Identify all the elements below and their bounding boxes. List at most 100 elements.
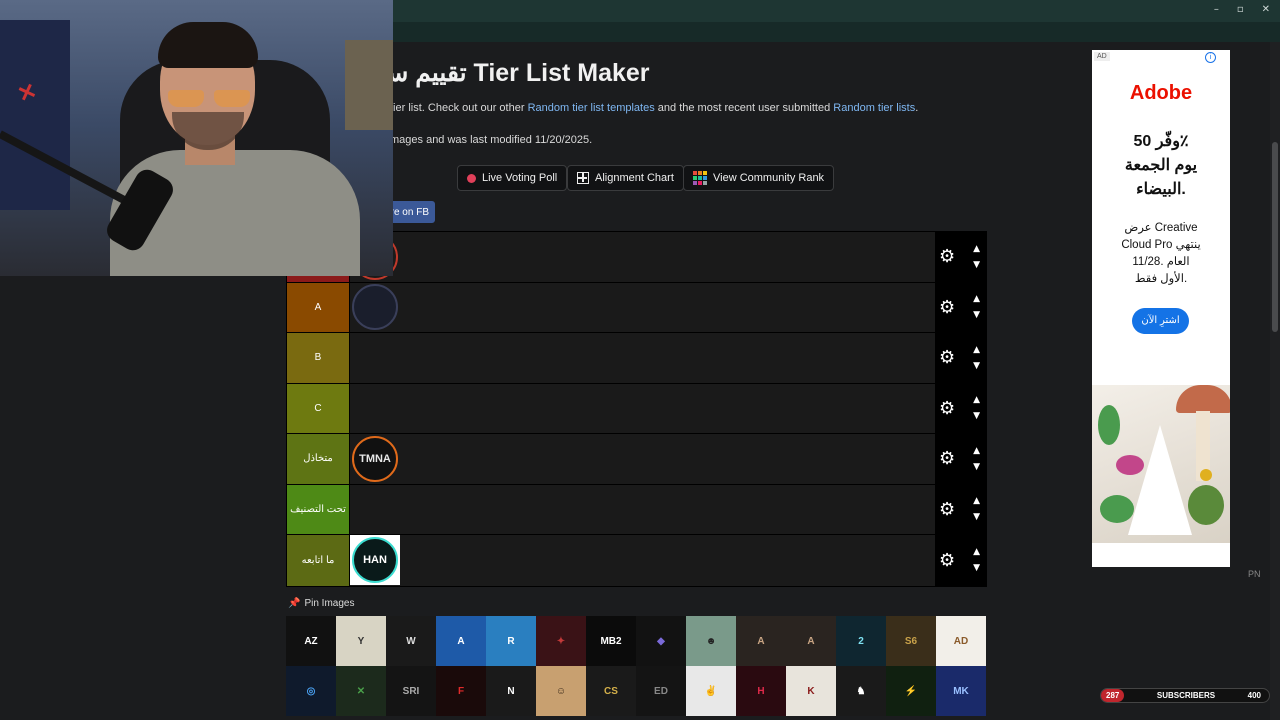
pool-image[interactable]: W xyxy=(386,616,436,666)
pool-image[interactable]: S6 xyxy=(886,616,936,666)
pool-image[interactable]: ✕ xyxy=(336,666,386,716)
tier-items[interactable] xyxy=(350,485,935,535)
pin-images-text: Pin Images xyxy=(304,598,355,609)
pool-image[interactable]: ♞ xyxy=(836,666,886,716)
tier-controls: ⚙ ▲ ▼ xyxy=(935,383,986,433)
gear-icon[interactable]: ⚙ xyxy=(939,347,955,368)
tier-items[interactable]: TMNA xyxy=(350,434,935,484)
tier-label[interactable]: A xyxy=(287,282,350,332)
ad-headline-line: وفّر 50٪ xyxy=(1133,133,1189,150)
alignment-chart-label: Alignment Chart xyxy=(595,172,674,184)
pool-image[interactable]: ☻ xyxy=(686,616,736,666)
grid-icon xyxy=(577,172,589,184)
leaf-art xyxy=(1188,485,1224,525)
pin-images-label[interactable]: 📌 Pin Images xyxy=(288,598,354,609)
tier-items[interactable] xyxy=(350,283,935,333)
pool-image[interactable]: R xyxy=(486,616,536,666)
pool-image[interactable]: F xyxy=(436,666,486,716)
pool-image[interactable]: A xyxy=(736,616,786,666)
tier-items[interactable] xyxy=(350,384,935,434)
tier-label[interactable]: ما اتابعه xyxy=(287,535,350,586)
chevron-up-icon[interactable]: ▲ xyxy=(973,241,980,257)
page-scrollbar[interactable] xyxy=(1270,42,1280,720)
subscriber-count: 287 xyxy=(1101,689,1125,702)
tier-label[interactable]: متخاذل xyxy=(287,434,350,484)
chevron-down-icon[interactable]: ▼ xyxy=(973,257,980,273)
tier-items[interactable] xyxy=(350,232,935,282)
chevron-up-icon[interactable]: ▲ xyxy=(973,493,980,509)
pool-image[interactable]: AD xyxy=(936,616,986,666)
pool-image[interactable]: Y xyxy=(336,616,386,666)
pool-image[interactable]: ⚡ xyxy=(886,666,936,716)
gear-icon[interactable]: ⚙ xyxy=(939,398,955,419)
pool-image[interactable]: N xyxy=(486,666,536,716)
chevron-down-icon[interactable]: ▼ xyxy=(973,408,980,424)
chevron-down-icon[interactable]: ▼ xyxy=(973,307,980,323)
move-arrows: ▲ ▼ xyxy=(973,443,980,475)
gear-icon[interactable]: ⚙ xyxy=(939,246,955,267)
pool-image[interactable]: SRI xyxy=(386,666,436,716)
chevron-down-icon[interactable]: ▼ xyxy=(973,459,980,475)
pool-image[interactable]: H xyxy=(736,666,786,716)
tier-label[interactable]: تحت التصنيف xyxy=(287,484,350,534)
chevron-up-icon[interactable]: ▲ xyxy=(973,443,980,459)
pn-label: PN xyxy=(1248,569,1261,579)
gear-icon[interactable]: ⚙ xyxy=(939,297,955,318)
chevron-up-icon[interactable]: ▲ xyxy=(973,291,980,307)
ad-buy-now-button[interactable]: اشترِ الآن xyxy=(1132,308,1189,334)
tier-items[interactable]: HAN xyxy=(350,535,935,586)
chevron-up-icon[interactable]: ▲ xyxy=(973,342,980,358)
gear-icon[interactable]: ⚙ xyxy=(939,550,955,571)
pool-image[interactable]: A xyxy=(786,616,836,666)
random-tier-lists-link[interactable]: Random tier lists xyxy=(833,102,915,114)
pool-image[interactable]: ◎ xyxy=(286,666,336,716)
ad-body-line: الأول فقط. xyxy=(1134,273,1188,285)
pool-image[interactable]: ED xyxy=(636,666,686,716)
tier-controls: ⚙ ▲ ▼ xyxy=(935,484,986,534)
pool-image[interactable]: MK xyxy=(936,666,986,716)
pool-image[interactable]: K xyxy=(786,666,836,716)
pool-image[interactable]: ✦ xyxy=(536,616,586,666)
live-dot-icon xyxy=(467,173,476,183)
tier-label[interactable]: B xyxy=(287,333,350,383)
live-voting-poll-label: Live Voting Poll xyxy=(482,172,558,184)
background-shelf xyxy=(345,40,393,130)
pool-image[interactable]: AZ xyxy=(286,616,336,666)
pool-image[interactable]: MB2 xyxy=(586,616,636,666)
pool-image[interactable]: ☺ xyxy=(536,666,586,716)
pool-image[interactable]: CS xyxy=(586,666,636,716)
adobe-ad[interactable]: AD i Adobe وفّر 50٪ يوم الجمعة البيضاء. … xyxy=(1092,50,1230,567)
chevron-up-icon[interactable]: ▲ xyxy=(973,544,980,560)
minimize-icon[interactable]: – xyxy=(1214,4,1219,15)
han-logo[interactable]: HAN xyxy=(350,535,400,586)
tmna-logo[interactable]: TMNA xyxy=(350,434,400,484)
tier-row: C ⚙ ▲ ▼ xyxy=(287,383,986,434)
gear-icon[interactable]: ⚙ xyxy=(939,499,955,520)
chevron-down-icon[interactable]: ▼ xyxy=(973,358,980,374)
live-voting-poll-button[interactable]: Live Voting Poll xyxy=(457,165,568,191)
ad-body-line: عرض Creative xyxy=(1124,222,1198,234)
tier-row: B ⚙ ▲ ▼ xyxy=(287,333,986,384)
move-arrows: ▲ ▼ xyxy=(973,544,980,576)
ad-info-icon[interactable]: i xyxy=(1205,52,1216,63)
random-templates-link[interactable]: Random tier list templates xyxy=(528,102,655,114)
chevron-down-icon[interactable]: ▼ xyxy=(973,560,980,576)
pool-image[interactable]: ◆ xyxy=(636,616,686,666)
wolf-logo[interactable] xyxy=(350,282,400,332)
chevron-up-icon[interactable]: ▲ xyxy=(973,392,980,408)
view-community-rank-button[interactable]: View Community Rank xyxy=(683,165,835,191)
pool-image[interactable]: 2 xyxy=(836,616,886,666)
alignment-chart-button[interactable]: Alignment Chart xyxy=(567,165,684,191)
pool-image[interactable]: ✌ xyxy=(686,666,736,716)
tier-label[interactable]: C xyxy=(287,383,350,433)
tier-items[interactable] xyxy=(350,333,935,383)
close-icon[interactable]: ✕ xyxy=(1262,4,1270,15)
pool-image[interactable]: A xyxy=(436,616,486,666)
scrollbar-thumb[interactable] xyxy=(1272,142,1278,332)
tinted-glasses xyxy=(168,90,250,108)
gear-icon[interactable]: ⚙ xyxy=(939,448,955,469)
restore-icon[interactable]: ▫ xyxy=(1237,4,1244,15)
adobe-logo: Adobe xyxy=(1129,82,1193,104)
tier-row: متخاذل TMNA ⚙ ▲ ▼ xyxy=(287,434,986,485)
chevron-down-icon[interactable]: ▼ xyxy=(973,509,980,525)
